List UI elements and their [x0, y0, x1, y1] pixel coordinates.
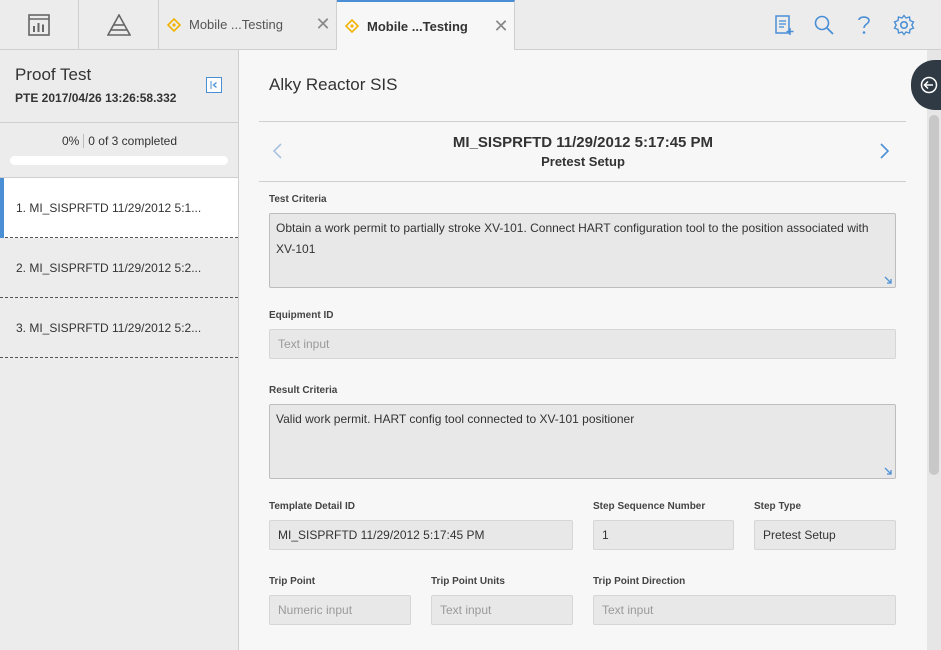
dashboard-button[interactable] — [0, 0, 79, 49]
equipment-id-label: Equipment ID — [269, 310, 334, 321]
step-title: MI_SISPRFTD 11/29/2012 5:17:45 PM — [452, 134, 714, 151]
dashboard-icon — [28, 13, 50, 36]
tab-label: Mobile ...Testing — [189, 17, 283, 32]
panel-title: Proof Test — [15, 65, 92, 84]
diamond-icon — [345, 19, 359, 33]
progress-section: 0% 0 of 3 completed — [0, 123, 238, 178]
trip-point-units-label: Trip Point Units — [431, 576, 505, 587]
close-icon[interactable]: ✕ — [310, 14, 336, 35]
progress-percent: 0% — [61, 134, 80, 148]
result-criteria-field[interactable]: Valid work permit. HART config tool conn… — [269, 404, 896, 479]
left-panel: Proof Test PTE 2017/04/26 13:26:58.332 0… — [0, 50, 239, 650]
gear-icon[interactable] — [892, 13, 916, 37]
progress-bar — [10, 156, 228, 165]
tab-mobile-testing-2-active[interactable]: Mobile ...Testing ✕ — [337, 0, 515, 50]
help-icon[interactable] — [852, 13, 876, 37]
step-sequence-number-field[interactable]: 1 — [593, 520, 734, 550]
diamond-icon — [167, 17, 181, 32]
template-detail-id-label: Template Detail ID — [269, 501, 355, 512]
equipment-id-placeholder: Text input — [278, 337, 330, 351]
step-header: MI_SISPRFTD 11/29/2012 5:17:45 PM Pretes… — [239, 134, 927, 169]
hierarchy-icon — [106, 13, 131, 36]
step-sequence-number-value: 1 — [602, 528, 609, 542]
divider — [259, 121, 906, 122]
result-criteria-value: Valid work permit. HART config tool conn… — [276, 412, 635, 426]
trip-point-units-field[interactable]: Text input — [431, 595, 573, 625]
tab-mobile-testing-1[interactable]: Mobile ...Testing ✕ — [159, 0, 337, 49]
resize-handle-icon[interactable] — [883, 275, 893, 285]
search-icon[interactable] — [812, 13, 836, 37]
main-content: Alky Reactor SIS MI_SISPRFTD 11/29/2012 … — [239, 50, 927, 650]
scrollbar-thumb[interactable] — [929, 115, 939, 475]
step-label: 3. MI_SISPRFTD 11/29/2012 5:2... — [16, 320, 202, 335]
panel-open-icon — [920, 76, 938, 94]
divider — [259, 181, 906, 182]
progress-text: 0% 0 of 3 completed — [0, 134, 239, 148]
trip-point-units-placeholder: Text input — [440, 603, 492, 617]
step-label: 2. MI_SISPRFTD 11/29/2012 5:2... — [16, 260, 202, 275]
resize-handle-icon[interactable] — [883, 466, 893, 476]
trip-point-direction-label: Trip Point Direction — [593, 576, 686, 587]
step-item-2[interactable]: 2. MI_SISPRFTD 11/29/2012 5:2... — [0, 238, 238, 298]
trip-point-label: Trip Point — [269, 576, 316, 587]
top-bar: Mobile ...Testing ✕ Mobile ...Testing ✕ — [0, 0, 941, 50]
progress-completed: 0 of 3 completed — [88, 134, 178, 148]
chevron-right-icon — [880, 143, 890, 159]
collapse-panel-button[interactable] — [206, 77, 222, 93]
chevron-left-icon — [210, 81, 217, 89]
template-detail-id-value: MI_SISPRFTD 11/29/2012 5:17:45 PM — [278, 528, 485, 542]
equipment-id-field[interactable]: Text input — [269, 329, 896, 359]
panel-header: Proof Test PTE 2017/04/26 13:26:58.332 — [0, 50, 238, 123]
next-step-button[interactable] — [879, 142, 891, 166]
step-label: 1. MI_SISPRFTD 11/29/2012 5:1... — [16, 200, 202, 215]
asset-hierarchy-button[interactable] — [79, 0, 159, 49]
step-sequence-number-label: Step Sequence Number — [593, 501, 706, 512]
panel-subtitle: PTE 2017/04/26 13:26:58.332 — [15, 91, 177, 105]
tab-label: Mobile ...Testing — [367, 18, 468, 34]
step-item-3[interactable]: 3. MI_SISPRFTD 11/29/2012 5:2... — [0, 298, 238, 358]
template-detail-id-field[interactable]: MI_SISPRFTD 11/29/2012 5:17:45 PM — [269, 520, 573, 550]
result-criteria-label: Result Criteria — [269, 385, 338, 396]
step-subtitle: Pretest Setup — [541, 154, 625, 169]
step-type-field[interactable]: Pretest Setup — [754, 520, 896, 550]
clipboard-add-icon[interactable] — [772, 13, 796, 37]
test-criteria-value: Obtain a work permit to partially stroke… — [276, 221, 869, 256]
test-criteria-label: Test Criteria — [269, 194, 327, 205]
trip-point-field[interactable]: Numeric input — [269, 595, 411, 625]
trip-point-direction-field[interactable]: Text input — [593, 595, 896, 625]
close-icon[interactable]: ✕ — [488, 16, 514, 37]
page-title: Alky Reactor SIS — [269, 75, 398, 94]
trip-point-placeholder: Numeric input — [278, 603, 353, 617]
trip-point-direction-placeholder: Text input — [602, 603, 654, 617]
step-item-1[interactable]: 1. MI_SISPRFTD 11/29/2012 5:1... — [0, 178, 238, 238]
step-type-value: Pretest Setup — [763, 528, 836, 542]
test-criteria-field[interactable]: Obtain a work permit to partially stroke… — [269, 213, 896, 288]
step-type-label: Step Type — [754, 501, 802, 512]
